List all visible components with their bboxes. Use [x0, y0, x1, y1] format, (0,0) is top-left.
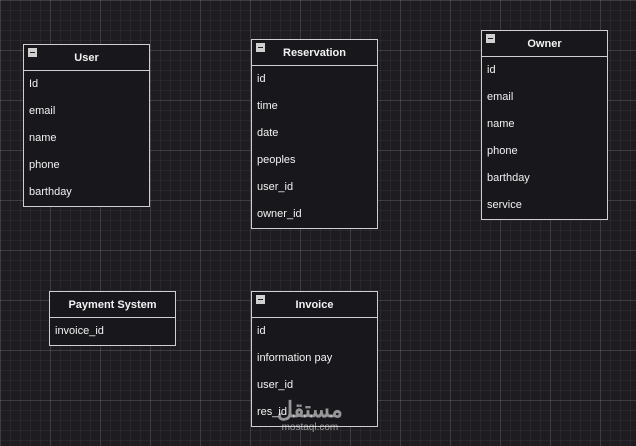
- field-row[interactable]: user_id: [252, 174, 377, 201]
- field-row[interactable]: user_id: [252, 372, 377, 399]
- collapse-icon[interactable]: [256, 43, 265, 52]
- field-row[interactable]: id: [252, 66, 377, 93]
- field-row[interactable]: phone: [24, 152, 149, 179]
- field-row[interactable]: date: [252, 120, 377, 147]
- field-row[interactable]: peoples: [252, 147, 377, 174]
- entity-payment-system[interactable]: Payment System invoice_id: [49, 291, 176, 346]
- entity-reservation[interactable]: Reservation id time date peoples user_id…: [251, 39, 378, 229]
- field-row[interactable]: invoice_id: [50, 318, 175, 345]
- watermark-url: mostaql.com: [281, 422, 339, 433]
- field-row[interactable]: Id: [24, 71, 149, 98]
- watermark-logo-text: مستقل: [277, 397, 343, 422]
- watermark: مستقل mostaql.com: [277, 397, 343, 434]
- field-row[interactable]: information pay: [252, 345, 377, 372]
- field-row[interactable]: owner_id: [252, 201, 377, 228]
- entity-header[interactable]: Payment System: [50, 292, 175, 318]
- collapse-icon[interactable]: [256, 295, 265, 304]
- field-row[interactable]: id: [482, 57, 607, 84]
- field-row[interactable]: barthday: [482, 165, 607, 192]
- entity-title: Reservation: [283, 46, 346, 59]
- collapse-icon[interactable]: [28, 48, 37, 57]
- field-row[interactable]: email: [24, 98, 149, 125]
- field-row[interactable]: barthday: [24, 179, 149, 206]
- entity-title: Invoice: [295, 298, 334, 311]
- field-row[interactable]: time: [252, 93, 377, 120]
- entity-header[interactable]: Invoice: [252, 292, 377, 318]
- collapse-icon[interactable]: [486, 34, 495, 43]
- field-row[interactable]: id: [252, 318, 377, 345]
- entity-title: User: [74, 51, 99, 64]
- entity-header[interactable]: Reservation: [252, 40, 377, 66]
- entity-user[interactable]: User Id email name phone barthday: [23, 44, 150, 207]
- entity-title: Payment System: [68, 298, 157, 311]
- field-row[interactable]: service: [482, 192, 607, 219]
- entity-title: Owner: [527, 37, 562, 50]
- field-row[interactable]: email: [482, 84, 607, 111]
- entity-owner[interactable]: Owner id email name phone barthday servi…: [481, 30, 608, 220]
- field-row[interactable]: name: [482, 111, 607, 138]
- entity-header[interactable]: User: [24, 45, 149, 71]
- field-row[interactable]: name: [24, 125, 149, 152]
- field-row[interactable]: phone: [482, 138, 607, 165]
- entity-header[interactable]: Owner: [482, 31, 607, 57]
